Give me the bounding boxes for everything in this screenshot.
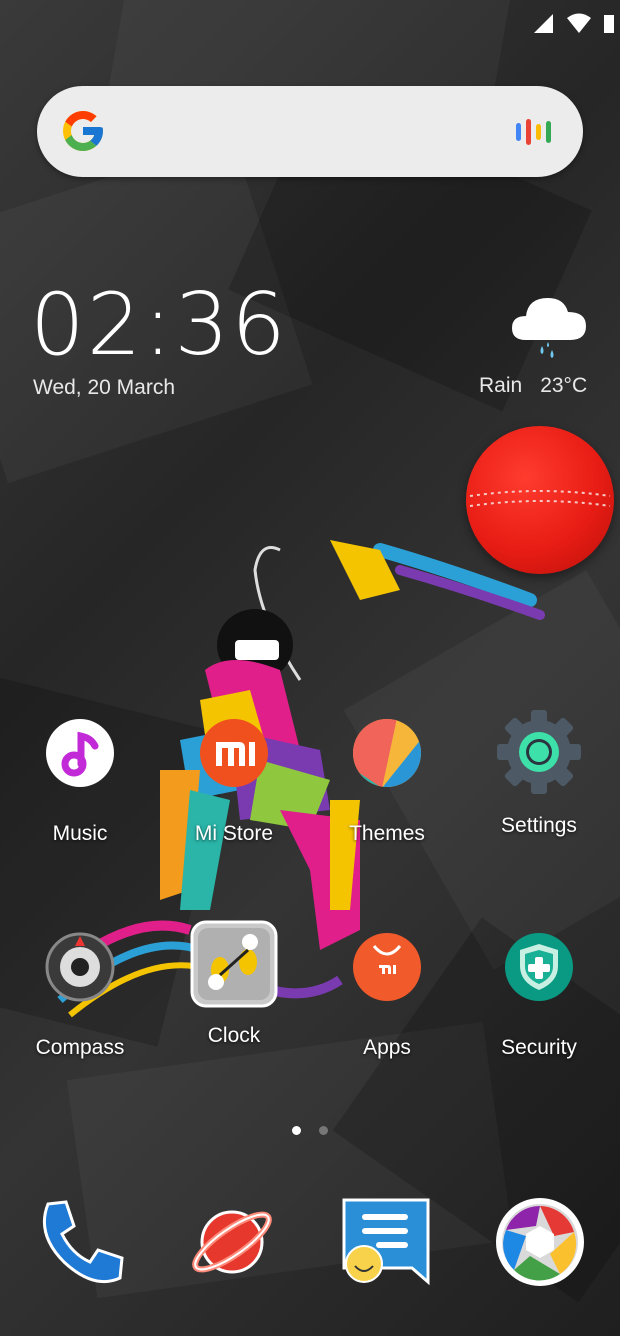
app-label: Security <box>501 1036 577 1059</box>
app-settings[interactable]: Settings <box>464 708 614 838</box>
google-logo-icon <box>63 111 103 151</box>
signal-icon <box>534 14 553 33</box>
app-music[interactable]: Music <box>5 718 155 846</box>
status-bar <box>532 10 614 36</box>
messaging-icon <box>342 1198 430 1286</box>
battery-icon <box>604 15 614 33</box>
clock-date[interactable]: Wed, 20 March <box>33 376 175 400</box>
dock-browser[interactable] <box>186 1196 278 1288</box>
compass-icon <box>45 932 115 1002</box>
weather-info[interactable]: Rain 23°C <box>479 374 587 398</box>
clock-icon <box>190 920 278 1008</box>
weather-condition: Rain <box>479 374 523 397</box>
app-label: Mi Store <box>194 822 274 845</box>
security-shield-icon <box>504 932 574 1002</box>
app-label: Settings <box>501 814 577 837</box>
app-label: Music <box>52 822 108 845</box>
weather-temperature: 23°C <box>540 374 588 397</box>
page-dot <box>319 1126 328 1135</box>
app-apps[interactable]: Apps <box>312 932 462 1060</box>
dock-camera[interactable] <box>494 1196 586 1288</box>
app-label: Compass <box>35 1036 125 1059</box>
app-security[interactable]: Security <box>464 932 614 1060</box>
google-search-bar[interactable] <box>37 86 583 177</box>
camera-icon <box>496 1198 584 1286</box>
app-label: Apps <box>363 1036 411 1059</box>
settings-gear-icon <box>495 708 583 796</box>
dock-messaging[interactable] <box>340 1196 432 1288</box>
browser-planet-icon <box>192 1210 272 1274</box>
page-indicator <box>292 1126 328 1135</box>
dock-phone[interactable] <box>34 1196 126 1288</box>
app-themes[interactable]: Themes <box>312 718 462 846</box>
clock-time[interactable]: 02:36 <box>30 282 288 368</box>
app-label: Themes <box>349 822 425 845</box>
app-mi-store[interactable]: Mi Store <box>159 718 309 846</box>
app-label: Clock <box>207 1024 261 1047</box>
rain-cloud-icon[interactable] <box>508 292 590 364</box>
apps-bag-icon <box>352 932 422 1002</box>
app-compass[interactable]: Compass <box>5 932 155 1060</box>
phone-icon <box>42 1200 124 1284</box>
music-icon <box>45 718 115 788</box>
app-clock[interactable]: Clock <box>159 920 309 1048</box>
page-dot-active <box>292 1126 301 1135</box>
wifi-icon <box>567 13 591 33</box>
mi-store-icon <box>199 718 269 788</box>
themes-icon <box>352 718 422 788</box>
voice-search-icon[interactable] <box>516 119 551 145</box>
